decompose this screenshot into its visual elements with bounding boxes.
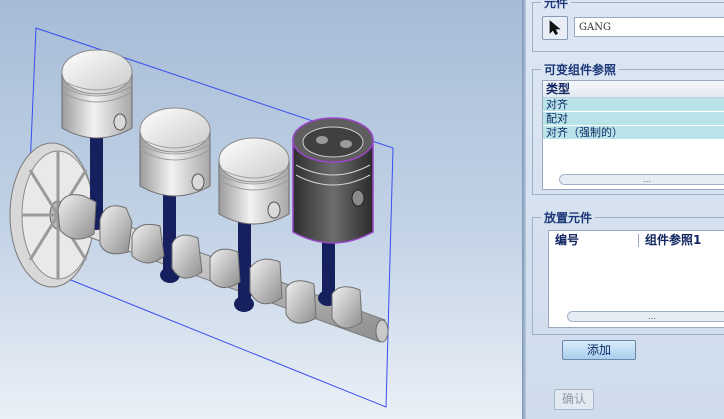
piston-3[interactable] <box>218 137 290 225</box>
column-divider <box>638 234 639 247</box>
list-item-align-forced[interactable]: 对齐（强制的） <box>543 126 724 139</box>
crankshaft-end[interactable] <box>375 319 389 343</box>
list-item-align[interactable]: 对齐 <box>543 98 724 111</box>
3d-model-viewport[interactable] <box>0 0 522 419</box>
scrollbar-grip: … <box>648 312 656 321</box>
component-placement-panel: 元件 GANG 可变组件参照 类型 对齐 配对 对齐（强制的） … 放置元件 编… <box>526 0 724 419</box>
component-reference-field[interactable]: GANG <box>574 17 724 37</box>
scrollbar-grip: … <box>643 175 651 184</box>
column-type-header: 类型 <box>543 81 724 98</box>
placement-refs-table[interactable]: 编号 组件参照1 … <box>548 230 724 328</box>
horizontal-scrollbar[interactable]: … <box>567 311 724 322</box>
engine-assembly-model[interactable] <box>0 0 522 419</box>
variable-refs-legend: 可变组件参照 <box>544 63 617 77</box>
add-button[interactable]: 添加 <box>562 340 636 360</box>
component-group-legend: 元件 <box>544 0 569 10</box>
column-number-header: 编号 <box>555 233 580 247</box>
piston-4-selected[interactable] <box>292 117 374 244</box>
piston-1[interactable] <box>61 49 133 139</box>
list-item-mate[interactable]: 配对 <box>543 112 724 125</box>
select-component-button[interactable] <box>542 16 568 40</box>
horizontal-scrollbar[interactable]: … <box>559 174 724 185</box>
variable-refs-list[interactable]: 类型 对齐 配对 对齐（强制的） … <box>542 80 724 190</box>
place-component-legend: 放置元件 <box>544 211 593 225</box>
confirm-button[interactable]: 确认 <box>554 389 594 410</box>
column-ref-header: 组件参照1 <box>645 233 702 247</box>
arrow-cursor-icon <box>549 20 561 35</box>
piston-2[interactable] <box>139 107 211 197</box>
